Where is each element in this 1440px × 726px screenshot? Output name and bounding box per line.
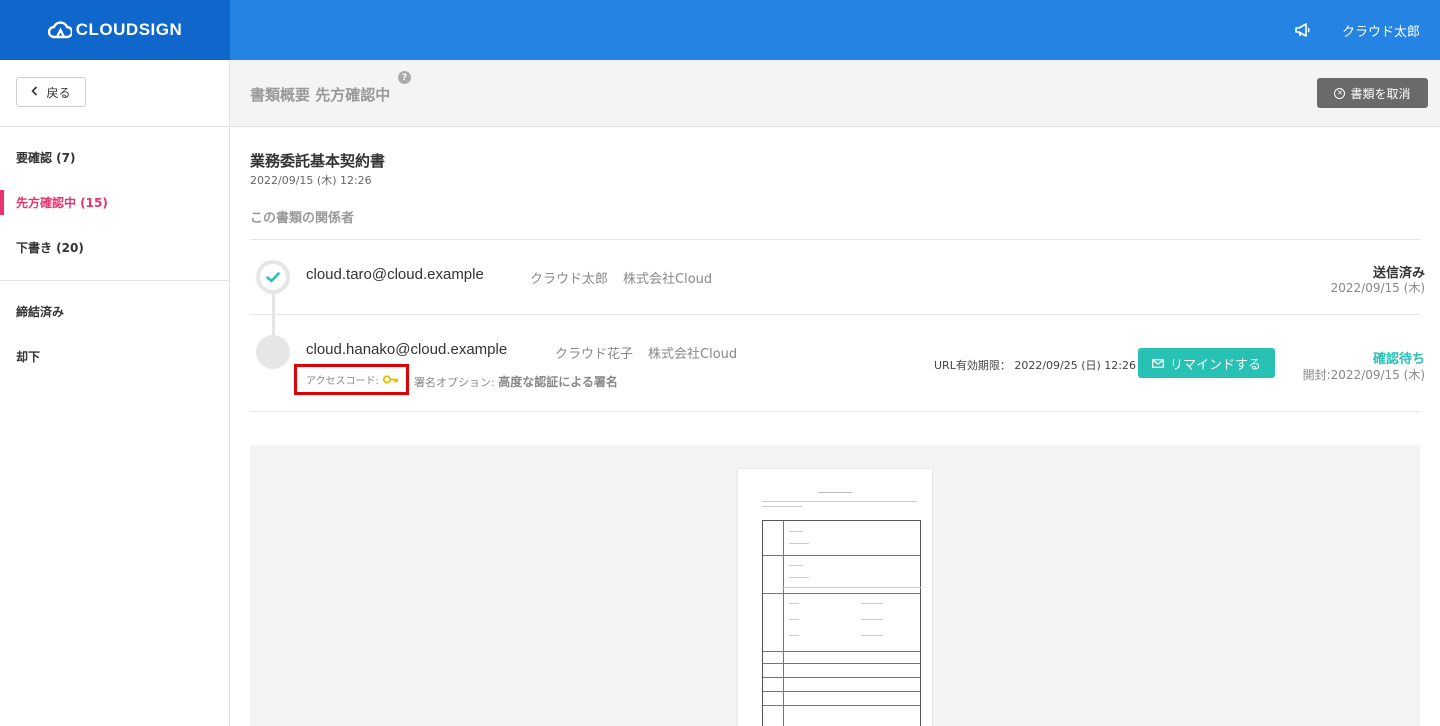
party-company: 株式会社Cloud — [623, 272, 713, 287]
document-title: 業務委託基本契約書 — [250, 152, 386, 170]
url-expiry: URL有効期限： 2022/09/25 (日) 12:26 — [934, 359, 1136, 372]
remind-label: リマインドする — [1169, 357, 1261, 373]
sidebar: 戻る 要確認 (7) 先方確認中 (15) 下書き (20) 締結済み 却下 — [0, 60, 230, 726]
nav-group-closed: 締結済み 却下 — [0, 281, 229, 389]
party-email: cloud.taro@cloud.example — [306, 266, 484, 283]
page-toolbar: 書類概要 先方確認中 ? ✕ 書類を取消 — [230, 60, 1440, 127]
party-name: クラウド花子 — [555, 347, 634, 362]
party-status: 確認待ち — [1372, 352, 1425, 367]
chevron-left-icon — [31, 85, 38, 99]
divider — [250, 411, 1420, 412]
thumb-table — [762, 520, 921, 726]
sidebar-item-needs-confirmation[interactable]: 要確認 (7) — [0, 135, 229, 180]
sign-option-label: 署名オプション: — [414, 376, 495, 389]
key-icon — [382, 375, 399, 384]
thumb-title-line — [818, 492, 852, 493]
party-status-done — [256, 260, 290, 294]
logo-area[interactable]: CLOUDSIGN — [0, 0, 230, 60]
thumb-text-line — [762, 506, 802, 507]
app-header: CLOUDSIGN クラウド太郎 — [0, 0, 1440, 60]
party-name: クラウド太郎 — [530, 272, 609, 287]
cloudsign-logo: CLOUDSIGN — [47, 20, 183, 40]
sidebar-item-concluded[interactable]: 締結済み — [0, 289, 229, 334]
sign-option: 署名オプション: 高度な認証による署名 — [414, 373, 618, 390]
party-status-date: 開封:2022/09/15 (木) — [1302, 368, 1425, 382]
sidebar-item-label: 却下 — [16, 350, 41, 364]
page-title: 書類概要 先方確認中 — [250, 86, 391, 104]
x-circle-icon: ✕ — [1334, 87, 1346, 99]
sign-option-value: 高度な認証による署名 — [498, 375, 618, 389]
user-menu[interactable]: クラウド太郎 — [1342, 21, 1420, 40]
sidebar-item-label: 締結済み — [16, 305, 65, 319]
cancel-document-button[interactable]: ✕ 書類を取消 — [1317, 78, 1428, 108]
question-icon[interactable]: ? — [398, 71, 411, 84]
logo-text: CLOUDSIGN — [75, 20, 183, 39]
check-icon — [266, 271, 280, 282]
document-date: 2022/09/15 (木) 12:26 — [250, 174, 372, 187]
party-company: 株式会社Cloud — [648, 347, 738, 362]
sidebar-item-label: 先方確認中 (15) — [16, 196, 108, 210]
back-button[interactable]: 戻る — [16, 77, 86, 107]
party-status-date: 2022/09/15 (木) — [1330, 281, 1425, 295]
party-email: cloud.hanako@cloud.example — [306, 341, 508, 358]
divider — [250, 314, 1420, 315]
sidebar-item-rejected[interactable]: 却下 — [0, 334, 229, 379]
sidebar-item-label: 要確認 (7) — [16, 151, 76, 165]
header-right: クラウド太郎 — [1294, 0, 1420, 60]
main-content: 書類概要 先方確認中 ? ✕ 書類を取消 業務委託基本契約書 2022/09/1… — [230, 60, 1440, 726]
megaphone-icon[interactable] — [1294, 22, 1312, 38]
access-code-label: アクセスコード: — [306, 376, 379, 387]
back-label: 戻る — [46, 85, 71, 100]
party-status-pending — [256, 335, 290, 369]
sidebar-item-drafts[interactable]: 下書き (20) — [0, 225, 229, 270]
parties-section-label: この書類の関係者 — [250, 211, 355, 226]
document-page-thumbnail[interactable] — [738, 469, 932, 726]
envelope-icon — [1152, 358, 1164, 368]
cloud-logo-icon — [47, 21, 72, 39]
document-preview[interactable] — [250, 445, 1420, 726]
sidebar-item-awaiting-counterparty[interactable]: 先方確認中 (15) — [0, 180, 229, 225]
divider — [250, 239, 1420, 240]
nav-group-active: 要確認 (7) 先方確認中 (15) 下書き (20) — [0, 127, 229, 281]
access-code-indicator[interactable]: アクセスコード: — [294, 364, 409, 395]
back-area: 戻る — [0, 60, 229, 127]
sidebar-item-label: 下書き (20) — [16, 241, 84, 255]
cancel-label: 書類を取消 — [1350, 86, 1411, 101]
thumb-text-line — [762, 501, 917, 502]
remind-button[interactable]: リマインドする — [1138, 348, 1275, 378]
